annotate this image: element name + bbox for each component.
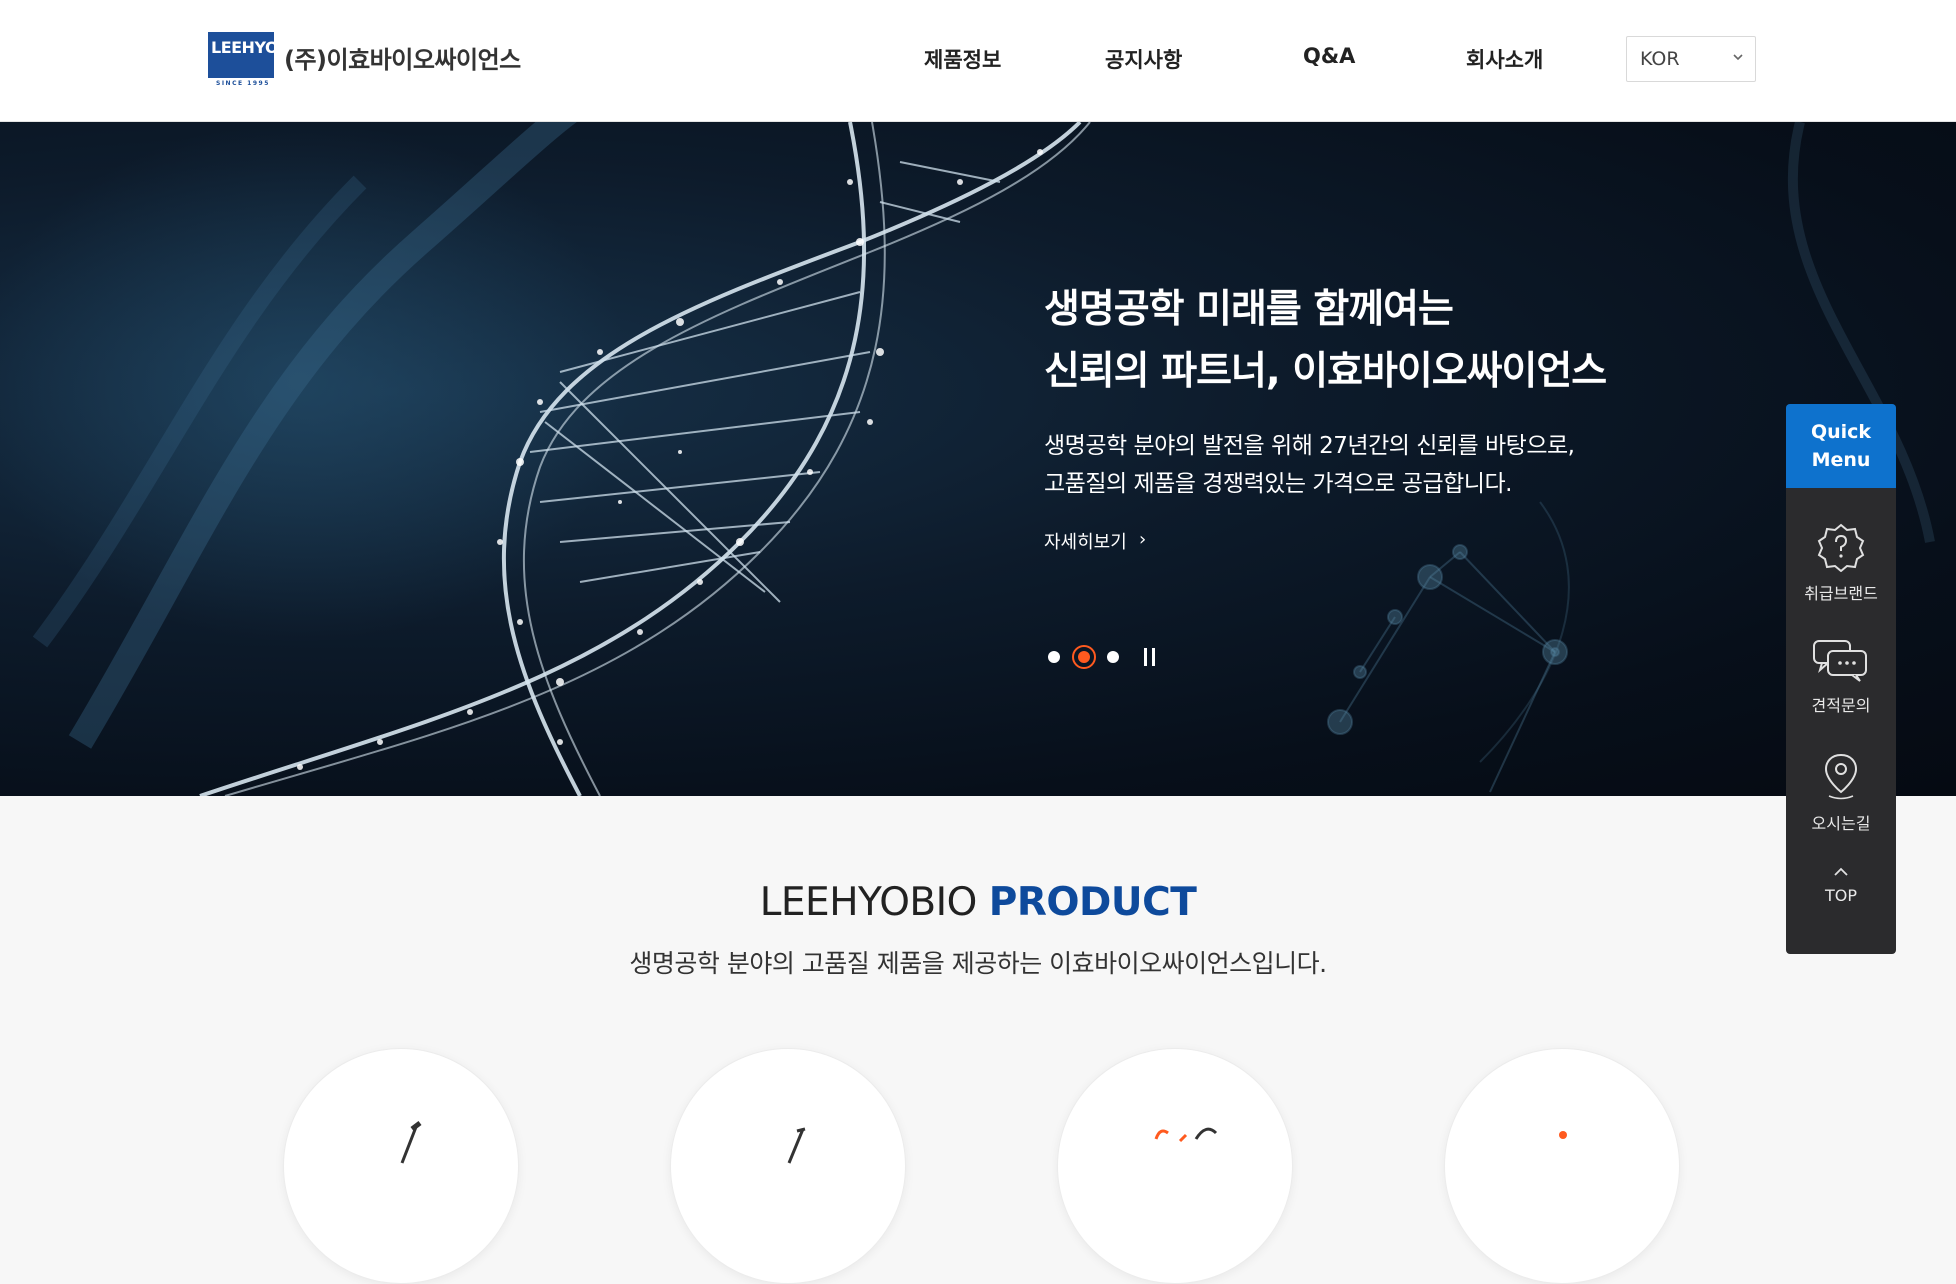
- lab-tools-icon: [1154, 1127, 1218, 1143]
- logo-since: SINCE 1995: [216, 80, 270, 87]
- product-category-3[interactable]: [1057, 1048, 1293, 1284]
- product-category-4[interactable]: [1444, 1048, 1680, 1284]
- chevron-up-icon: [1834, 867, 1848, 876]
- product-section-title: LEEHYOBIO PRODUCT: [0, 880, 1956, 925]
- test-tube-icon: [787, 1127, 806, 1164]
- quick-item-quote-label: 견적문의: [1811, 696, 1871, 715]
- map-pin-icon: [1824, 753, 1858, 800]
- chevron-down-icon: [1733, 54, 1743, 61]
- product-title-normal: LEEHYOBIO: [759, 880, 989, 925]
- quick-menu-title-2: Menu: [1811, 449, 1871, 471]
- logo-text: LEEHYO: [211, 38, 279, 57]
- quick-item-directions-label: 오시는길: [1811, 814, 1871, 833]
- chat-bubbles-icon: [1813, 640, 1867, 682]
- slider-dot-2-center: [1078, 651, 1090, 663]
- logo-box: LEEHYO: [208, 32, 279, 78]
- product-title-strong: PRODUCT: [988, 880, 1197, 925]
- chevron-right-icon: ›: [1139, 529, 1147, 550]
- hero-title-line2: 신뢰의 파트너, 이효바이오싸이언스: [1044, 349, 1607, 394]
- dna-helix-image: [0, 122, 1935, 796]
- hero-subtitle-line2: 고품질의 제품을 경쟁력있는 가격으로 공급합니다.: [1044, 471, 1512, 497]
- language-value: KOR: [1640, 48, 1680, 70]
- nav-qna[interactable]: Q&A: [1303, 44, 1355, 68]
- slider-pagination: [1048, 642, 1188, 672]
- product-section-subtitle: 생명공학 분야의 고품질 제품을 제공하는 이효바이오싸이언스입니다.: [629, 949, 1327, 978]
- quick-menu-header: Quick Menu: [1786, 404, 1896, 488]
- pipette-icon: [400, 1121, 422, 1164]
- product-category-1[interactable]: [283, 1048, 519, 1284]
- quick-menu-title-1: Quick: [1810, 421, 1872, 443]
- nav-product-info[interactable]: 제품정보: [924, 44, 1001, 74]
- slider-dot-1[interactable]: [1048, 651, 1060, 663]
- site-header: LEEHYO SINCE 1995 (주)이효바이오싸이언스 제품정보 공지사항…: [0, 0, 1956, 122]
- quick-item-brands-label: 취급브랜드: [1804, 584, 1878, 603]
- hero-banner: 생명공학 미래를 함께여는 신뢰의 파트너, 이효바이오싸이언스 생명공학 분야…: [0, 122, 1956, 796]
- product-category-2[interactable]: [670, 1048, 906, 1284]
- nav-company-intro[interactable]: 회사소개: [1466, 44, 1543, 74]
- company-name[interactable]: (주)이효바이오싸이언스: [284, 40, 521, 75]
- flask-icon: [1559, 1131, 1567, 1139]
- hero-subtitle-line1: 생명공학 분야의 발전을 위해 27년간의 신뢰를 바탕으로,: [1044, 433, 1575, 459]
- hero-title-line1: 생명공학 미래를 함께여는: [1044, 287, 1454, 332]
- language-select[interactable]: KOR: [1626, 36, 1756, 82]
- quick-item-directions[interactable]: 오시는길: [1786, 752, 1896, 834]
- badge-question-icon: [1817, 523, 1865, 572]
- quick-item-quote[interactable]: 견적문의: [1786, 638, 1896, 716]
- quick-menu: Quick Menu 취급브랜드 견적문의 오시는길 TOP: [1786, 404, 1896, 954]
- pause-icon[interactable]: [1144, 648, 1156, 666]
- slider-dot-3[interactable]: [1107, 651, 1119, 663]
- nav-notice[interactable]: 공지사항: [1105, 44, 1182, 74]
- quick-item-brands[interactable]: 취급브랜드: [1786, 522, 1896, 604]
- company-logo[interactable]: LEEHYO SINCE 1995: [208, 32, 279, 87]
- hero-more-link[interactable]: 자세히보기: [1044, 528, 1127, 554]
